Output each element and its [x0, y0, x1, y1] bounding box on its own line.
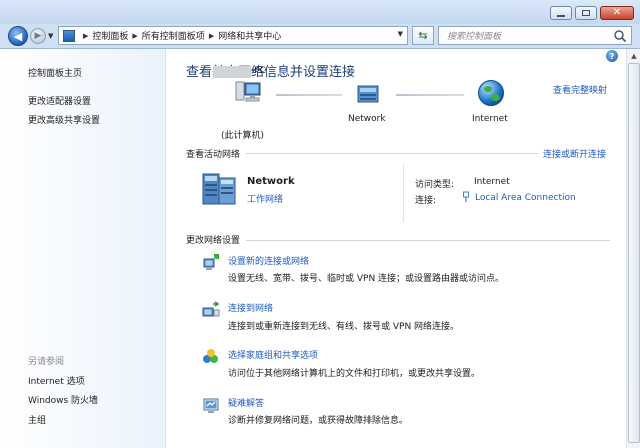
setup-new-connection-link[interactable]: 设置新的连接或网络	[228, 254, 309, 267]
troubleshoot-desc: 诊断并修复网络问题，或获得故障排除信息。	[228, 416, 409, 426]
close-button[interactable]: ✕	[600, 6, 634, 20]
window-titlebar: ✕	[0, 0, 640, 24]
see-also-label: 另请参阅	[28, 357, 65, 367]
change-advanced-sharing-link[interactable]: 更改高级共享设置	[28, 113, 100, 126]
homegroup-sharing-link[interactable]: 选择家庭组和共享选项	[228, 348, 318, 361]
computer-name: -PC	[251, 66, 266, 76]
this-computer-label: (此计算机)	[221, 131, 265, 141]
internet-globe-icon	[478, 80, 504, 106]
homegroup-sharing-desc: 访问位于其他网络计算机上的文件和打印机，或更改共享设置。	[228, 369, 481, 379]
computer-icon	[235, 81, 261, 102]
internet-node-label: Internet	[472, 114, 508, 124]
connect-to-network-link[interactable]: 连接到网络	[228, 301, 273, 314]
connect-disconnect-link[interactable]: 连接或断开连接	[543, 147, 606, 160]
map-connector-2	[396, 94, 464, 96]
section-divider	[246, 240, 610, 241]
homegroup-link[interactable]: 主组	[28, 413, 46, 426]
change-adapter-settings-link[interactable]: 更改适配器设置	[28, 94, 91, 107]
refresh-button[interactable]: ⇆	[412, 26, 434, 45]
vertical-scrollbar[interactable]: ▲	[626, 49, 640, 448]
network-type-link[interactable]: 工作网络	[247, 192, 283, 205]
forward-button[interactable]: ▶	[30, 28, 46, 44]
left-task-pane: 控制面板主页 更改适配器设置 更改高级共享设置 另请参阅 Internet 选项…	[0, 49, 166, 448]
access-type-label: 访问类型:	[415, 180, 455, 190]
ethernet-plug-icon	[463, 191, 469, 202]
refresh-icon: ⇆	[418, 29, 428, 42]
connect-network-icon	[202, 301, 220, 317]
content-frame: 控制面板主页 更改适配器设置 更改高级共享设置 另请参阅 Internet 选项…	[0, 48, 640, 448]
navigation-bar: ◀ ▶ ▼ ▶ 控制面板 ▶ 所有控制面板项 ▶ 网络和共享中心 ▼ ⇆ 搜索控…	[0, 24, 640, 48]
window-controls: ✕	[550, 6, 634, 20]
page-title: 查看基本网络信息并设置连接	[186, 65, 356, 80]
troubleshoot-icon	[203, 398, 219, 413]
minimize-icon	[557, 14, 565, 17]
network-node-label: Network	[348, 114, 386, 124]
back-button[interactable]: ◀	[8, 26, 28, 46]
arrow-left-icon: ◀	[13, 29, 23, 43]
change-network-settings-heading: 更改网络设置	[186, 236, 241, 246]
troubleshoot-link[interactable]: 疑难解答	[228, 396, 264, 409]
recent-pages-dropdown[interactable]: ▼	[48, 32, 53, 40]
active-networks-heading: 查看活动网络	[186, 150, 241, 160]
breadcrumb-all-items[interactable]: 所有控制面板项	[142, 29, 205, 42]
view-full-map-link[interactable]: 查看完整映射	[553, 83, 607, 96]
control-panel-home-link[interactable]: 控制面板主页	[28, 66, 82, 79]
chevron-right-icon[interactable]: ▶	[209, 32, 214, 40]
access-type-value: Internet	[474, 177, 510, 187]
help-icon[interactable]: ?	[606, 50, 618, 62]
breadcrumb-control-panel[interactable]: 控制面板	[92, 29, 128, 42]
chevron-right-icon[interactable]: ▶	[132, 32, 137, 40]
maximize-icon	[582, 10, 590, 16]
network-icon	[357, 85, 379, 103]
section-divider	[246, 153, 538, 154]
scroll-thumb[interactable]	[628, 63, 640, 443]
active-network-name: Network	[247, 176, 295, 187]
vertical-divider	[403, 164, 404, 222]
redacted-computer-name	[213, 66, 251, 78]
control-panel-icon	[63, 29, 75, 42]
map-connector-1	[276, 94, 342, 96]
address-dropdown[interactable]: ▼	[398, 30, 403, 38]
minimize-button[interactable]	[550, 6, 572, 20]
close-icon: ✕	[612, 7, 622, 18]
arrow-right-icon: ▶	[34, 31, 42, 41]
search-placeholder: 搜索控制面板	[447, 32, 502, 42]
setup-new-connection-desc: 设置无线、宽带、拨号、临时或 VPN 连接；或设置路由器或访问点。	[228, 274, 505, 284]
connection-label: 连接:	[415, 196, 437, 206]
address-bar[interactable]: ▶ 控制面板 ▶ 所有控制面板项 ▶ 网络和共享中心 ▼	[58, 26, 408, 45]
internet-options-link[interactable]: Internet 选项	[28, 374, 85, 387]
breadcrumb-network-center[interactable]: 网络和共享中心	[218, 29, 281, 42]
new-connection-icon	[203, 254, 219, 270]
local-area-connection-link[interactable]: Local Area Connection	[475, 193, 576, 203]
maximize-button[interactable]	[575, 6, 597, 20]
windows-firewall-link[interactable]: Windows 防火墙	[28, 393, 98, 406]
scroll-up-arrow-icon[interactable]: ▲	[627, 49, 640, 63]
active-network-icon	[202, 173, 236, 205]
connect-to-network-desc: 连接到或重新连接到无线、有线、拨号或 VPN 网络连接。	[228, 322, 460, 332]
homegroup-icon	[203, 349, 218, 363]
search-icon[interactable]	[613, 29, 627, 43]
chevron-right-icon[interactable]: ▶	[83, 32, 88, 40]
search-input[interactable]: 搜索控制面板	[438, 26, 632, 45]
